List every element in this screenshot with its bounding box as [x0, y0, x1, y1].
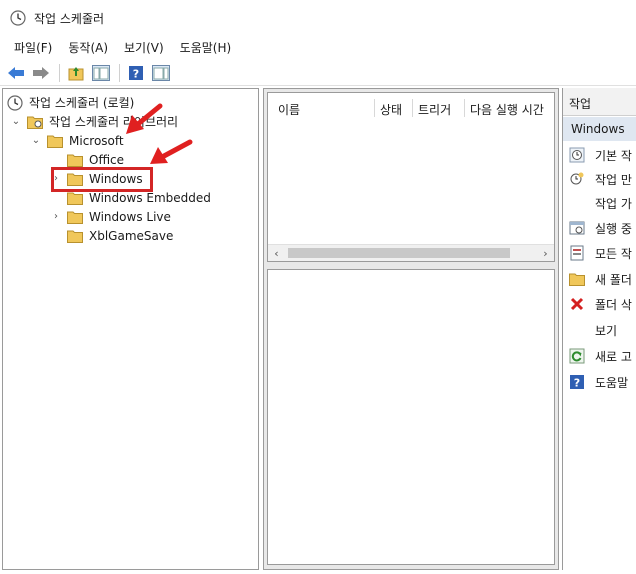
action-label: 기본 작	[595, 148, 632, 163]
action-basic-task[interactable]: 기본 작	[569, 144, 632, 166]
tree-label: Microsoft	[69, 133, 124, 148]
folder-icon	[67, 154, 83, 167]
column-header-name[interactable]: 이름	[278, 101, 300, 118]
action-pane-icon[interactable]	[151, 63, 171, 83]
console-tree-pane: 작업 스케줄러 (로컬) ⌄ 작업 스케줄러 라이브러리 ⌄ Microsoft…	[2, 88, 259, 570]
tree-label: 작업 스케줄러 (로컬)	[29, 96, 135, 110]
folder-icon	[67, 211, 83, 224]
tree-label: Windows Embedded	[89, 190, 211, 205]
task-list: 이름 상태 트리거 다음 실행 시간 ‹ ›	[267, 92, 555, 262]
task-list-area: 이름 상태 트리거 다음 실행 시간 ‹ ›	[263, 88, 559, 570]
chevron-down-icon[interactable]: ⌄	[11, 116, 21, 127]
folder-icon	[47, 135, 63, 148]
menu-file[interactable]: 파일(F)	[8, 39, 58, 56]
menu-help[interactable]: 도움말(H)	[174, 39, 238, 56]
help-icon: ?	[569, 374, 585, 390]
scroll-left-icon[interactable]: ‹	[268, 245, 285, 262]
clock-icon	[10, 10, 26, 26]
chevron-down-icon[interactable]: ⌄	[31, 135, 41, 146]
all-tasks-icon	[569, 245, 585, 261]
scroll-right-icon[interactable]: ›	[537, 245, 554, 262]
toolbar-separator	[59, 63, 60, 82]
back-arrow-icon[interactable]	[6, 63, 26, 83]
actions-pane: 작업 Windows 기본 작 작업 만 작업 가 실행 중 모든 작 새 폴더	[562, 88, 636, 570]
running-tasks-icon	[569, 220, 585, 236]
column-header-status[interactable]: 상태	[380, 101, 402, 118]
scrollbar-thumb[interactable]	[288, 248, 510, 258]
action-help[interactable]: ? 도움말	[569, 371, 628, 393]
column-separator[interactable]	[374, 99, 375, 117]
title-bar: 작업 스케줄러	[0, 0, 636, 36]
help-icon[interactable]: ?	[126, 63, 146, 83]
clock-icon	[7, 94, 23, 111]
tree-label: 작업 스케줄러 라이브러리	[49, 115, 179, 129]
tree-label: Office	[89, 152, 125, 167]
tree-item-windows-live[interactable]: › Windows Live	[51, 207, 171, 226]
actions-selected-section[interactable]: Windows	[563, 117, 636, 141]
task-detail-pane	[267, 269, 555, 565]
action-label: 폴더 삭	[595, 297, 632, 312]
tree-item-root[interactable]: 작업 스케줄러 (로컬)	[7, 93, 134, 112]
action-label: 작업 만	[595, 172, 632, 187]
column-separator[interactable]	[412, 99, 413, 117]
tree-label: XblGameSave	[89, 228, 174, 243]
forward-arrow-icon[interactable]	[31, 63, 51, 83]
column-separator[interactable]	[464, 99, 465, 117]
library-folder-icon	[27, 116, 43, 129]
horizontal-scrollbar[interactable]: ‹ ›	[268, 244, 554, 261]
action-label: 새 폴더	[595, 272, 632, 287]
clock-task-icon	[569, 147, 585, 163]
action-label: 실행 중	[595, 221, 632, 236]
action-all-tasks[interactable]: 모든 작	[569, 242, 632, 264]
column-header-trigger[interactable]: 트리거	[418, 101, 451, 118]
console-tree-icon[interactable]	[91, 63, 111, 83]
actions-header: 작업	[563, 88, 636, 116]
folder-icon	[67, 230, 83, 243]
action-label: 새로 고	[595, 349, 632, 364]
tree-item-xblgamesave[interactable]: XblGameSave	[67, 226, 173, 245]
create-task-icon	[569, 171, 585, 187]
toolbar-separator	[119, 63, 120, 82]
windows-highlight-box	[51, 167, 153, 192]
action-running-tasks[interactable]: 실행 중	[569, 217, 632, 239]
window-title: 작업 스케줄러	[34, 11, 105, 26]
tree-label: Windows Live	[89, 209, 171, 224]
delete-icon	[569, 296, 585, 312]
svg-text:?: ?	[133, 67, 139, 80]
folder-icon	[67, 192, 83, 205]
action-import-task[interactable]: 작업 가	[595, 192, 632, 214]
folder-up-icon[interactable]	[66, 63, 86, 83]
action-label: 모든 작	[595, 246, 632, 261]
action-refresh[interactable]: 새로 고	[569, 345, 632, 367]
action-label: 도움말	[595, 375, 629, 390]
action-label: 보기	[595, 323, 618, 338]
tree-item-microsoft[interactable]: ⌄ Microsoft	[31, 131, 124, 150]
new-folder-icon	[569, 271, 585, 287]
menu-bar: 파일(F) 동작(A) 보기(V) 도움말(H)	[0, 36, 636, 58]
menu-action[interactable]: 동작(A)	[62, 39, 114, 56]
refresh-icon	[569, 348, 585, 364]
column-header-next-run[interactable]: 다음 실행 시간	[470, 101, 544, 118]
toolbar: ?	[0, 60, 636, 86]
chevron-right-icon[interactable]: ›	[51, 211, 61, 222]
action-new-folder[interactable]: 새 폴더	[569, 268, 632, 290]
action-view[interactable]: 보기	[595, 319, 617, 341]
svg-text:?: ?	[574, 377, 580, 390]
action-delete-folder[interactable]: 폴더 삭	[569, 293, 632, 315]
menu-view[interactable]: 보기(V)	[118, 39, 170, 56]
action-label: 작업 가	[595, 196, 632, 211]
action-create-task[interactable]: 작업 만	[569, 168, 632, 190]
tree-item-library[interactable]: ⌄ 작업 스케줄러 라이브러리	[11, 112, 178, 131]
